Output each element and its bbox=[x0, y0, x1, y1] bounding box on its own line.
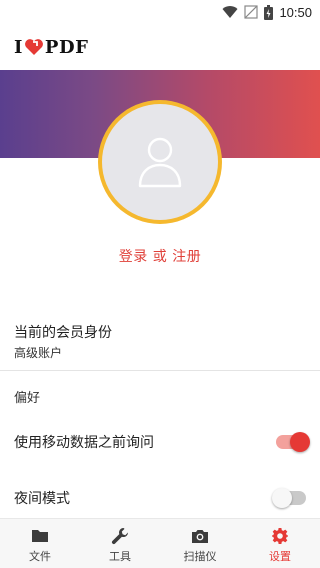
logo-text-left: I bbox=[14, 36, 23, 58]
preferences-header: 偏好 bbox=[0, 380, 320, 410]
status-icons: 10:50 bbox=[222, 4, 312, 20]
nav-label: 文件 bbox=[29, 550, 51, 563]
status-bar: 10:50 bbox=[0, 0, 320, 24]
app-bar: I PDF bbox=[0, 24, 320, 70]
nav-label: 设置 bbox=[269, 550, 291, 563]
nav-settings[interactable]: 设置 bbox=[240, 519, 320, 568]
mobile-data-row[interactable]: 使用移动数据之前询问 bbox=[0, 422, 320, 462]
login-register-link[interactable]: 登录 或 注册 bbox=[0, 246, 320, 266]
heart-icon bbox=[24, 39, 43, 55]
membership-row[interactable]: 当前的会员身份 高级账户 bbox=[0, 314, 320, 370]
wifi-icon bbox=[222, 6, 238, 19]
night-mode-label: 夜间模式 bbox=[14, 491, 70, 507]
nav-label: 工具 bbox=[109, 550, 131, 563]
status-time: 10:50 bbox=[279, 4, 312, 20]
folder-icon bbox=[32, 530, 48, 542]
gear-icon bbox=[272, 528, 288, 544]
logo-text-right: PDF bbox=[44, 36, 89, 58]
preferences-title: 偏好 bbox=[14, 391, 41, 406]
nav-files[interactable]: 文件 bbox=[0, 519, 80, 568]
membership-value: 高级账户 bbox=[14, 346, 63, 360]
app-logo: I PDF bbox=[14, 36, 88, 58]
user-icon bbox=[138, 137, 182, 188]
no-signal-icon bbox=[244, 5, 259, 19]
nav-tools[interactable]: 工具 bbox=[80, 519, 160, 568]
divider bbox=[0, 370, 320, 371]
toggle-knob bbox=[272, 488, 292, 508]
night-mode-toggle[interactable] bbox=[272, 488, 306, 508]
avatar[interactable] bbox=[98, 100, 222, 224]
bottom-nav: 文件 工具 扫描仪 设置 bbox=[0, 518, 320, 568]
toggle-knob bbox=[290, 432, 310, 452]
camera-icon bbox=[192, 530, 208, 543]
night-mode-row[interactable]: 夜间模式 bbox=[0, 478, 320, 518]
nav-scanner[interactable]: 扫描仪 bbox=[160, 519, 240, 568]
avatar-circle bbox=[102, 104, 218, 220]
wrench-icon bbox=[111, 528, 128, 545]
mobile-data-toggle[interactable] bbox=[276, 432, 310, 452]
mobile-data-label: 使用移动数据之前询问 bbox=[14, 435, 154, 451]
battery-icon bbox=[264, 4, 274, 20]
membership-title: 当前的会员身份 bbox=[14, 325, 112, 341]
nav-label: 扫描仪 bbox=[183, 550, 217, 563]
